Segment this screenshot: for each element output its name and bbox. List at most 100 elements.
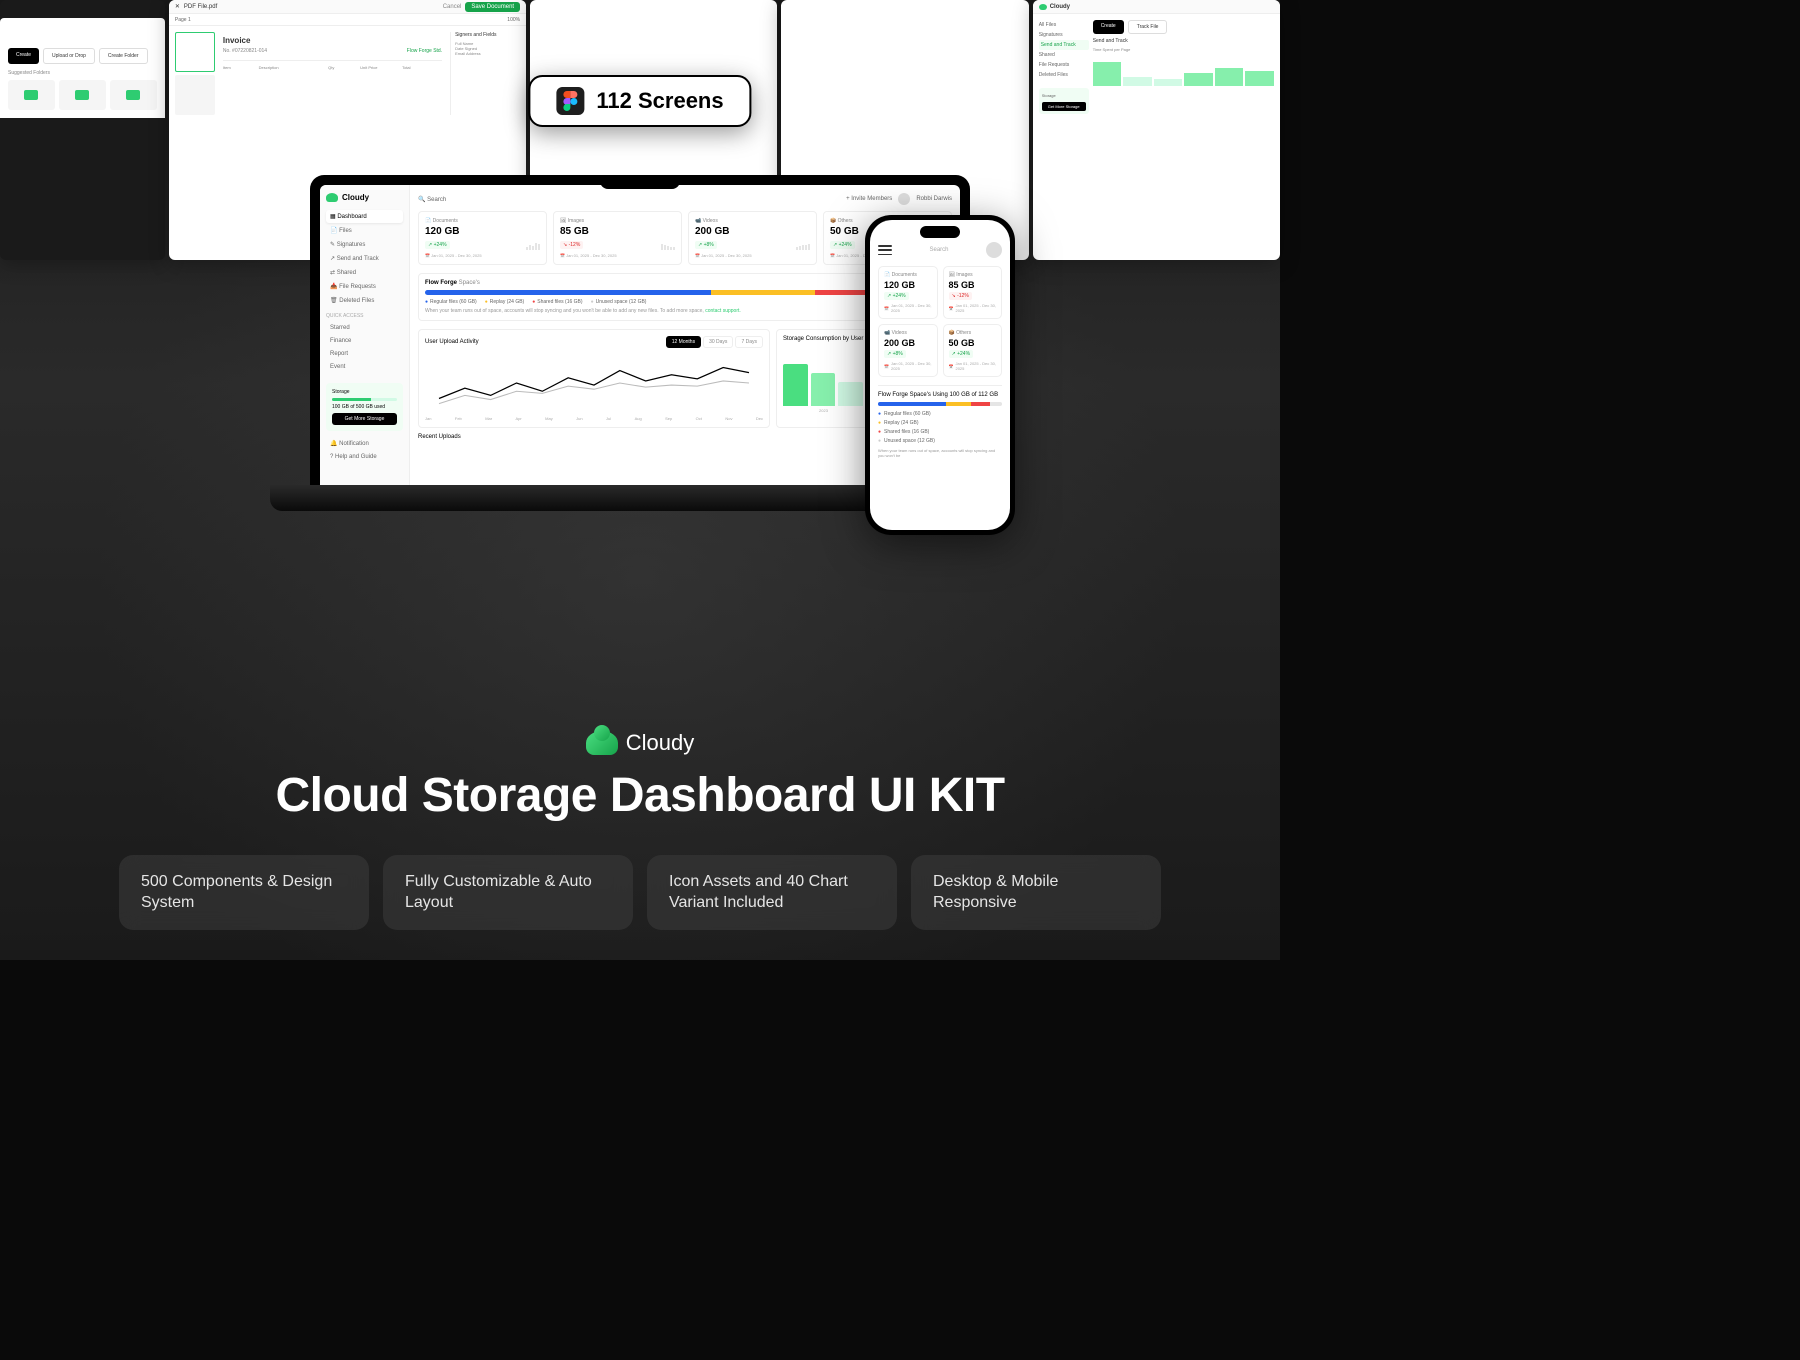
trend-badge: ↗ +24% [425,241,450,249]
nav-files[interactable]: 📄 Files [326,224,403,237]
section-label: Suggested Folders [8,70,157,76]
quick-report[interactable]: Report [326,348,403,360]
cancel-button[interactable]: Cancel [443,4,462,10]
page-indicator: Page 1 [175,17,191,23]
search-input[interactable]: 🔍 Search [418,196,446,203]
field-item[interactable]: Email Address [455,51,520,56]
create-button[interactable]: Create [1093,20,1124,34]
nav-shared[interactable]: ⇄ Shared [326,266,403,279]
trend-badge: ↘ -12% [949,292,972,300]
storage-bar [332,398,397,401]
nav-item-active[interactable]: Send and Track [1039,40,1089,50]
file-title: PDF File.pdf [184,4,217,10]
feature-pill: Fully Customizable & Auto Layout [383,855,633,930]
card-documents[interactable]: 📄 Documents 120 GB ↗ +24% 📅 Jan 01, 2025… [418,211,547,265]
folder-item[interactable] [110,80,157,110]
pill-12months[interactable]: 12 Months [666,336,701,348]
sparkline [661,240,675,250]
sparkline [526,240,540,250]
line-chart [425,352,763,414]
zoom-level[interactable]: 100% [507,17,520,23]
trend-badge: ↗ +24% [949,350,974,358]
phone-mockup: Search 📄 Documents 120 GB ↗ +24% 📅 Jan 0… [865,215,1015,535]
folder-icon [126,90,140,100]
folder-item[interactable] [59,80,106,110]
invite-button[interactable]: + Invite Members [846,196,892,202]
card-videos[interactable]: 📹 Videos 200 GB ↗ +8% 📅 Jan 01, 2025 - D… [878,324,938,377]
card-others[interactable]: 📦 Others 50 GB ↗ +24% 📅 Jan 01, 2025 - D… [943,324,1003,377]
mini-window-5-send-track: Cloudy All Files Signatures Send and Tra… [1033,0,1280,260]
cloud-icon [586,731,618,755]
pill-7days[interactable]: 7 Days [735,336,763,348]
x-axis-months: JanFebMarAprMayJunJulAugSepOctNovDec [425,416,763,421]
storage-widget: Storage 100 GB of 500 GB used Get More S… [326,383,403,431]
create-button[interactable]: Create [8,48,39,64]
folder-icon [24,90,38,100]
user-avatar[interactable] [898,193,910,205]
search-input[interactable]: Search [929,247,948,253]
trend-badge: ↗ +24% [884,292,909,300]
avatar[interactable] [986,242,1002,258]
trend-badge: ↗ +24% [830,241,855,249]
folder-button[interactable]: Create Folder [99,48,148,64]
nav-item[interactable]: Deleted Files [1039,70,1089,80]
card-images[interactable]: 🖼 Images 85 GB ↘ -12% 📅 Jan 01, 2025 - D… [553,211,682,265]
usage-note: When your team runs out of space, accoun… [878,448,1002,458]
upload-activity-chart: User Upload Activity 12 Months 30 Days 7… [418,329,770,428]
screens-badge: 112 Screens [528,75,751,127]
date-range: 📅 Jan 01, 2025 - Dec 30, 2025 [884,303,932,313]
get-storage-button[interactable]: Get More Storage [1042,102,1086,111]
nav-send-track[interactable]: ↗ Send and Track [326,252,403,265]
quick-starred[interactable]: Starred [326,322,403,334]
track-button[interactable]: Track File [1128,20,1168,34]
nav-deleted[interactable]: 🗑 Deleted Files [326,294,403,307]
card-documents[interactable]: 📄 Documents 120 GB ↗ +24% 📅 Jan 01, 2025… [878,266,938,319]
nav-item[interactable]: Signatures [1039,30,1089,40]
panel-title: Signers and Fields [455,32,520,38]
user-name: Robbi Darwis [916,196,952,202]
cloud-icon [326,193,338,202]
pill-30days[interactable]: 30 Days [703,336,733,348]
usage-bar [878,402,1002,406]
feature-pill: 500 Components & Design System [119,855,369,930]
screens-count: 112 Screens [596,88,723,114]
usage-legend: Regular files (60 GB) Replay (24 GB) Sha… [878,411,1002,444]
contact-support-link[interactable]: contact support. [705,308,741,314]
nav-dashboard[interactable]: ▦ Dashboard [326,210,403,223]
nav-signatures[interactable]: ✎ Signatures [326,238,403,251]
close-icon[interactable]: ✕ [175,3,180,10]
brand-name: Cloudy [626,730,694,756]
nav-notification[interactable]: 🔔 Notification [326,437,403,450]
app-logo[interactable]: Cloudy [326,193,403,202]
nav-help[interactable]: ? Help and Guide [326,451,403,463]
usage-panel: Flow Forge Space's Using 100 GB of 112 G… [878,385,1002,458]
quick-access-label: Quick Access [326,313,403,319]
get-storage-button[interactable]: Get More Storage [332,413,397,425]
card-images[interactable]: 🖼 Images 85 GB ↘ -12% 📅 Jan 01, 2025 - D… [943,266,1003,319]
dashboard-app: Cloudy ▦ Dashboard 📄 Files ✎ Signatures … [320,185,960,485]
figma-icon [556,87,584,115]
quick-event[interactable]: Event [326,361,403,373]
cloud-icon [1039,4,1047,10]
feature-pills: 500 Components & Design System Fully Cus… [0,855,1280,930]
date-range: 📅 Jan 01, 2025 - Dec 30, 2025 [949,303,997,313]
nav-file-requests[interactable]: 📥 File Requests [326,280,403,293]
trend-badge: ↗ +8% [884,350,906,358]
feature-pill: Desktop & Mobile Responsive [911,855,1161,930]
folder-icon [75,90,89,100]
save-button[interactable]: Save Document [465,2,520,12]
nav-item[interactable]: All Files [1039,20,1089,30]
hero-section: Cloudy Cloud Storage Dashboard UI KIT 50… [0,730,1280,960]
card-videos[interactable]: 📹 Videos 200 GB ↗ +8% 📅 Jan 01, 2025 - D… [688,211,817,265]
nav-item[interactable]: Shared [1039,50,1089,60]
quick-finance[interactable]: Finance [326,335,403,347]
folder-item[interactable] [8,80,55,110]
nav-item[interactable]: File Requests [1039,60,1089,70]
date-range: 📅 Jan 01, 2025 - Dec 30, 2025 [949,361,997,371]
trend-badge: ↗ +8% [695,241,717,249]
sparkline [796,240,810,250]
laptop-notch [600,175,680,189]
menu-icon[interactable] [878,245,892,255]
upload-button[interactable]: Upload or Drop [43,48,95,64]
phone-notch [920,226,960,238]
